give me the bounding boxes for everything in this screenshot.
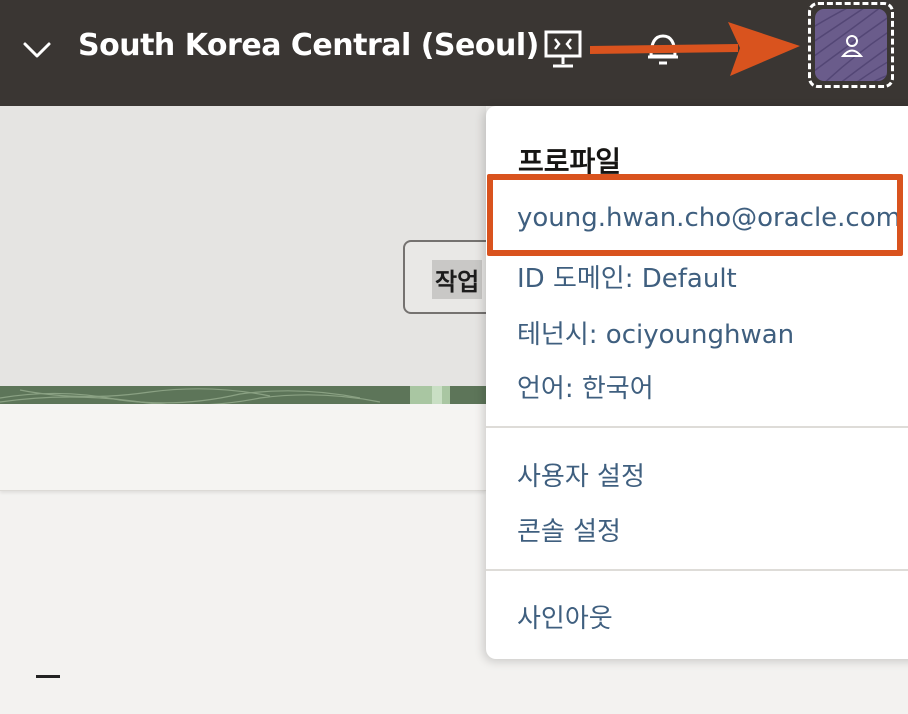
chevron-down-icon[interactable] [22, 36, 52, 64]
profile-heading: 프로파일 [518, 145, 622, 178]
identity-domain: ID 도메인: Default [517, 264, 737, 294]
bell-icon[interactable] [645, 26, 681, 72]
profile-email: young.hwan.cho@oracle.com [517, 203, 901, 233]
sign-out-link[interactable]: 사인아웃 [517, 598, 613, 635]
region-selector[interactable]: South Korea Central (Seoul) [78, 28, 539, 63]
user-settings-link[interactable]: 사용자 설정 [517, 456, 645, 493]
top-bar: South Korea Central (Seoul) [0, 0, 908, 106]
profile-avatar-button[interactable] [815, 9, 887, 81]
menu-divider [486, 569, 908, 571]
user-icon [841, 35, 863, 57]
minimize-dash[interactable] [36, 675, 60, 678]
profile-menu: 프로파일 young.hwan.cho@oracle.com ID 도메인: D… [486, 106, 908, 659]
content-band [0, 404, 486, 491]
language: 언어: 한국어 [517, 374, 654, 404]
cloud-shell-icon[interactable] [543, 28, 583, 72]
actions-button-label: 작업 [432, 260, 483, 299]
console-settings-link[interactable]: 콘솔 설정 [517, 511, 621, 548]
arrow-annotation [590, 22, 800, 76]
tenancy: 테넌시: ociyounghwan [517, 320, 795, 350]
menu-divider [486, 426, 908, 428]
banner-image-strip [0, 386, 486, 404]
